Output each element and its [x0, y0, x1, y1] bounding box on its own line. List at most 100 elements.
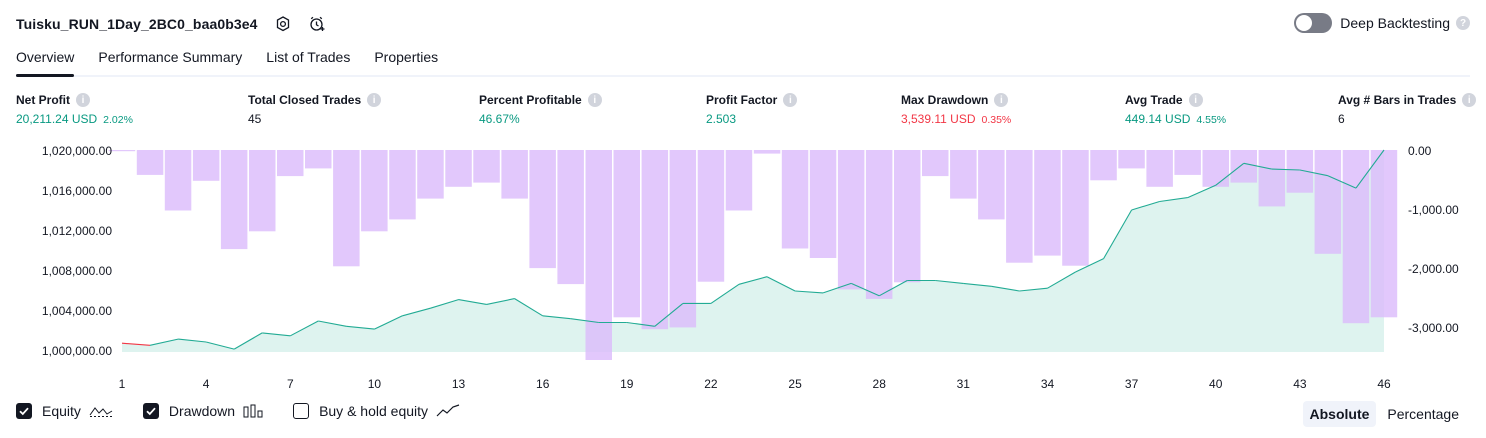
drawdown-bar — [753, 150, 781, 154]
drawdown-bar — [978, 150, 1005, 220]
drawdown-bar — [781, 150, 809, 249]
deep-backtesting-control: Deep Backtesting ? — [1294, 13, 1470, 33]
drawdown-bar — [865, 150, 893, 299]
x-axis-tick-label: 10 — [368, 377, 382, 391]
drawdown-bar — [641, 150, 669, 330]
metric-value: 449.14 USD — [1125, 112, 1191, 126]
drawdown-bar — [249, 150, 276, 232]
metric-value: 6 — [1338, 112, 1345, 126]
x-axis-tick-label: 46 — [1377, 377, 1391, 391]
drawdown-bar — [725, 150, 753, 211]
drawdown-bar — [1062, 150, 1089, 266]
info-icon[interactable]: i — [994, 93, 1009, 107]
drawdown-bar — [922, 150, 949, 177]
drawdown-bar — [697, 150, 725, 282]
x-axis-tick-label: 16 — [536, 377, 550, 391]
drawdown-bar — [1090, 150, 1117, 181]
tab-list-of-trades[interactable]: List of Trades — [266, 48, 350, 75]
right-axis-tick-label: -3,000.00 — [1408, 321, 1459, 335]
metric-value: 20,211.24 USD — [16, 112, 98, 126]
legend-buy-hold-label: Buy & hold equity — [319, 403, 429, 419]
metric-avg-trade: Avg Trade i 449.14 USD 4.55% — [1125, 93, 1226, 126]
drawdown-bar — [1370, 150, 1398, 318]
tab-properties[interactable]: Properties — [374, 48, 438, 75]
tab-overview[interactable]: Overview — [16, 48, 75, 77]
drawdown-bar — [585, 150, 612, 360]
right-axis-tick-label: -1,000.00 — [1408, 203, 1459, 217]
metric-percent-profitable: Percent Profitable i 46.67% — [479, 93, 602, 126]
drawdown-bar — [1314, 150, 1342, 254]
info-icon[interactable]: i — [367, 93, 382, 107]
drawdown-bar — [529, 150, 556, 269]
drawdown-bar — [1118, 150, 1145, 169]
x-axis-tick-label: 28 — [873, 377, 887, 391]
checkbox-checked-icon[interactable] — [142, 403, 159, 419]
info-icon[interactable]: i — [587, 93, 602, 107]
drawdown-bar — [501, 150, 528, 199]
legend-buy-hold-equity[interactable]: Buy & hold equity — [293, 403, 460, 419]
metric-profit-factor: Profit Factor i 2.503 — [706, 93, 798, 126]
metric-value: 3,539.11 USD — [901, 112, 976, 126]
mode-percentage-button[interactable]: Percentage — [1380, 401, 1466, 427]
legend-drawdown[interactable]: Drawdown — [142, 403, 263, 419]
metric-net-profit: Net Profit i 20,211.24 USD 2.02% — [16, 93, 133, 126]
drawdown-bar — [894, 150, 921, 283]
report-tabs: Overview Performance Summary List of Tra… — [16, 48, 1470, 77]
drawdown-bar — [136, 150, 164, 175]
x-axis-tick-label: 13 — [452, 377, 466, 391]
drawdown-bar — [277, 150, 304, 177]
x-axis-tick-label: 31 — [957, 377, 971, 391]
drawdown-bar — [361, 150, 388, 232]
drawdown-bar — [669, 150, 697, 328]
checkbox-checked-icon[interactable] — [16, 403, 32, 419]
metric-label: Avg Trade — [1125, 93, 1183, 107]
drawdown-bar — [220, 150, 248, 250]
info-icon[interactable]: i — [1462, 93, 1477, 107]
drawdown-bar — [164, 150, 192, 211]
metric-label: Percent Profitable — [479, 93, 582, 107]
info-icon[interactable]: i — [76, 93, 90, 107]
metric-avg-bars-in-trades: Avg # Bars in Trades i 6 — [1338, 93, 1477, 126]
x-axis-tick-label: 43 — [1293, 377, 1307, 391]
metric-percent: 2.02% — [103, 114, 133, 126]
buy-hold-line-icon — [436, 404, 460, 418]
left-axis-tick-label: 1,016,000.00 — [42, 184, 112, 198]
metric-value: 45 — [248, 112, 262, 126]
report-header: Tuisku_RUN_1Day_2BC0_baa0b3e4 Deep Backt… — [16, 10, 1470, 38]
drawdown-bar — [837, 150, 865, 290]
value-mode-switch: Absolute Percentage — [1299, 401, 1467, 427]
metric-value: 46.67% — [479, 112, 520, 126]
x-axis-tick-label: 1 — [119, 377, 126, 391]
drawdown-bar — [557, 150, 584, 285]
drawdown-bar — [333, 150, 360, 267]
drawdown-bar — [1146, 150, 1173, 187]
tab-performance-summary[interactable]: Performance Summary — [98, 48, 242, 75]
left-axis-tick-label: 1,004,000.00 — [42, 304, 112, 318]
left-axis-tick-label: 1,020,000.00 — [42, 144, 112, 158]
drawdown-bar — [417, 150, 444, 199]
x-axis-tick-label: 7 — [287, 377, 294, 391]
info-icon[interactable]: i — [1188, 93, 1203, 107]
deep-backtesting-label: Deep Backtesting — [1340, 15, 1450, 31]
drawdown-bar — [108, 150, 136, 152]
left-axis-tick-label: 1,008,000.00 — [42, 264, 112, 278]
drawdown-bar — [389, 150, 416, 220]
deep-backtesting-toggle[interactable] — [1294, 13, 1333, 33]
x-axis-tick-label: 4 — [203, 377, 210, 391]
chart-legend: Equity Drawdown Buy & hold equity — [16, 403, 490, 419]
add-alert-icon[interactable] — [308, 15, 326, 33]
legend-equity[interactable]: Equity — [16, 403, 113, 419]
mode-absolute-button[interactable]: Absolute — [1302, 401, 1377, 427]
equity-line-icon — [89, 404, 113, 418]
help-icon[interactable]: ? — [1456, 16, 1470, 30]
settings-icon[interactable] — [274, 15, 292, 33]
drawdown-bar — [809, 150, 837, 258]
info-icon[interactable]: i — [783, 93, 798, 107]
checkbox-unchecked-icon[interactable] — [293, 403, 310, 419]
legend-equity-label: Equity — [42, 403, 81, 419]
equity-drawdown-chart[interactable]: 1,020,000.00 1,016,000.00 1,012,000.00 1,00… — [0, 138, 1486, 396]
metric-percent: 0.35% — [981, 114, 1012, 126]
drawdown-bar — [192, 150, 220, 181]
legend-drawdown-label: Drawdown — [168, 403, 236, 419]
left-axis-tick-label: 1,000,000.00 — [42, 344, 112, 358]
